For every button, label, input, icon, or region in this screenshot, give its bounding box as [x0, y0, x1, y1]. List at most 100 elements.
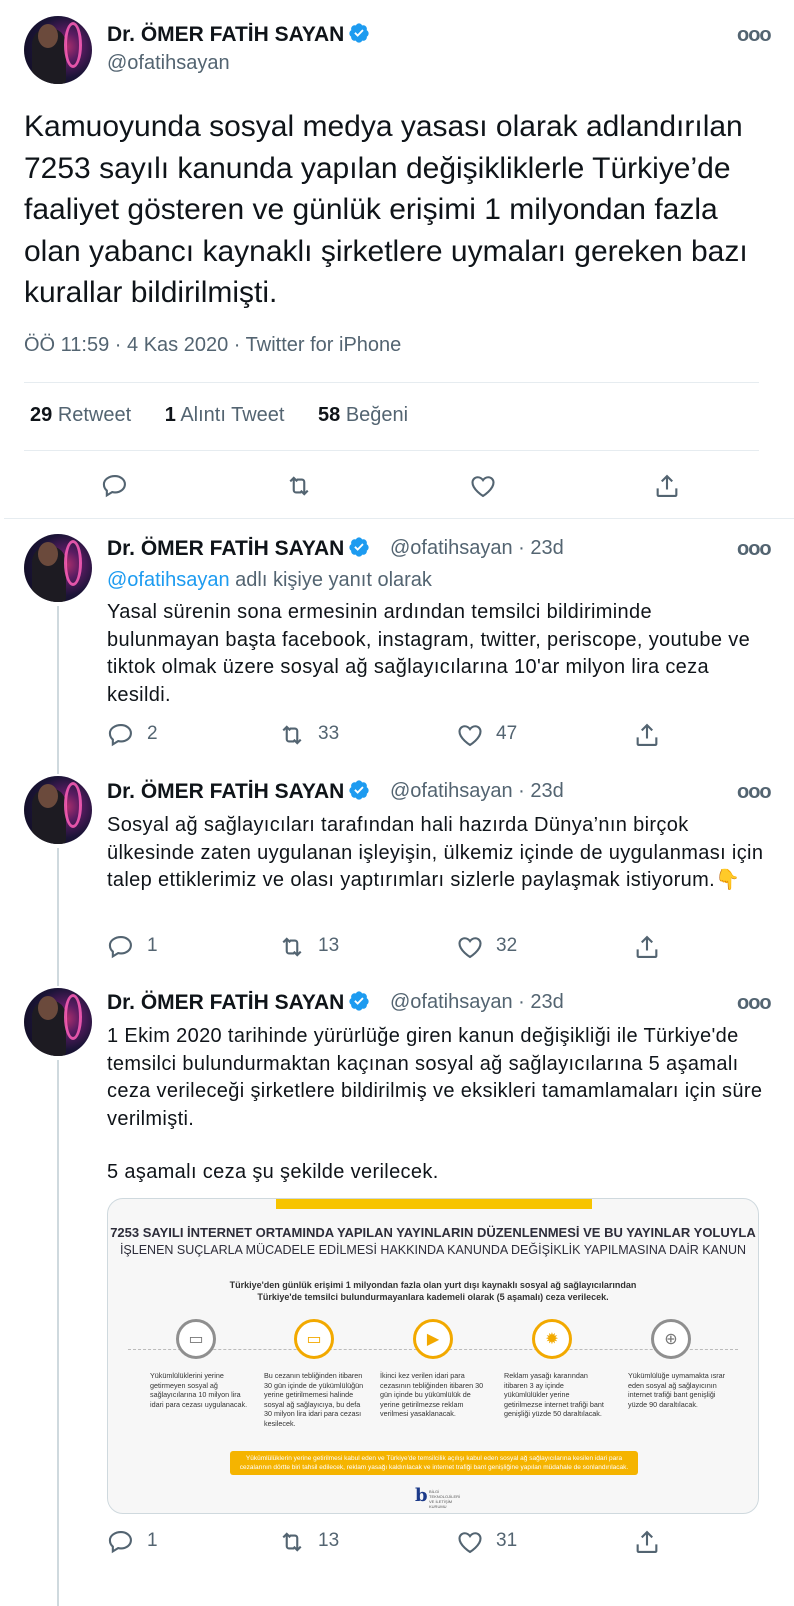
verified-badge-icon [349, 780, 369, 800]
tweet-stats: 29 Retweet 1 Alıntı Tweet 58 Beğeni [30, 404, 436, 427]
tweet-meta: ÖÖ 11:59 · 4 Kas 2020 · Twitter for iPho… [24, 334, 402, 356]
like-icon [458, 1532, 482, 1554]
avatar[interactable] [24, 16, 92, 84]
like-button[interactable]: 32 [456, 933, 517, 966]
tweet-date[interactable]: 4 Kas 2020 [127, 334, 228, 356]
reply-button[interactable]: 2 [107, 721, 158, 754]
reply-icon [108, 724, 132, 747]
step-3-text: İkinci kez verilen idari para cezasının … [380, 1371, 484, 1419]
more-icon[interactable]: ooo [737, 24, 772, 47]
verified-badge-icon [349, 23, 369, 43]
share-icon [636, 723, 658, 746]
step-5-text: Yükümlülüğe uymamakta ısrar eden sosyal … [628, 1371, 726, 1409]
infographic-banner: Yükümlülüklerin yerine getirilmesi kabul… [230, 1451, 638, 1475]
like-icon [458, 725, 482, 747]
retweet-icon [289, 476, 309, 496]
avatar[interactable] [24, 988, 92, 1056]
step-1-text: Yükümlülüklerini yerine getirmeyen sosya… [150, 1371, 248, 1409]
sun-icon: ✹ [532, 1319, 572, 1359]
author-name[interactable]: Dr. ÖMER FATİH SAYAN [107, 990, 370, 1015]
verified-badge-icon [349, 991, 369, 1011]
like-count: 32 [496, 935, 518, 956]
share-icon [636, 1530, 658, 1553]
tweet-text: 1 Ekim 2020 tarihinde yürürlüğe giren ka… [107, 1025, 763, 1130]
divider [24, 382, 759, 383]
thread-line [57, 848, 59, 986]
infographic-subtitle: Türkiye'den günlük erişimi 1 milyondan f… [229, 1280, 637, 1302]
reply-button[interactable] [101, 472, 129, 505]
avatar[interactable] [24, 534, 92, 602]
verified-badge-icon [349, 537, 369, 557]
thread-line [57, 606, 59, 774]
retweet-icon [282, 1532, 302, 1552]
retweet-button[interactable] [285, 472, 313, 505]
reply-count: 1 [147, 935, 158, 956]
reply-button[interactable]: 1 [107, 933, 158, 966]
reply-icon [108, 1531, 132, 1554]
infographic-title-2: İŞLENEN SUÇLARLA MÜCADELE EDİLMESİ HAKKI… [119, 1243, 747, 1257]
reply-to-link[interactable]: @ofatihsayan [107, 569, 230, 591]
retweet-count[interactable]: 29 Retweet [30, 404, 131, 426]
tweet-handle-time[interactable]: @ofatihsayan · 23d [390, 991, 564, 1014]
tweet-text: Sosyal ağ sağlayıcıları tarafından hali … [107, 814, 764, 891]
avatar[interactable] [24, 776, 92, 844]
like-button[interactable] [469, 472, 497, 505]
btk-logo: b BİLGİ TEKNOLOJİLERİ VE İLETİŞİM KURUMU [415, 1485, 461, 1509]
reply-count: 1 [147, 1530, 158, 1551]
tweet-handle-time[interactable]: @ofatihsayan · 23d [390, 537, 564, 560]
tweet-handle-time[interactable]: @ofatihsayan · 23d [390, 780, 564, 803]
tweet-text: Kamuoyunda sosyal medya yasası olarak ad… [24, 110, 748, 309]
share-button[interactable] [653, 472, 681, 505]
reply-icon [102, 475, 126, 498]
divider [4, 518, 794, 519]
tweet-time[interactable]: ÖÖ 11:59 [24, 334, 109, 356]
reply-count: 2 [147, 723, 158, 744]
play-icon: ▶ [413, 1319, 453, 1359]
retweet-button[interactable]: 33 [278, 721, 339, 754]
quote-count[interactable]: 1 Alıntı Tweet [165, 404, 285, 426]
like-count: 47 [496, 723, 518, 744]
share-icon [656, 474, 678, 497]
like-count: 31 [496, 1530, 518, 1551]
retweet-icon [282, 725, 302, 745]
reply-button[interactable]: 1 [107, 1528, 158, 1561]
retweet-count: 13 [318, 935, 340, 956]
infographic-image[interactable]: 7253 SAYILI İNTERNET ORTAMINDA YAPILAN Y… [107, 1198, 759, 1514]
like-button[interactable]: 31 [456, 1528, 517, 1561]
share-button[interactable] [633, 933, 661, 966]
reply-icon [108, 936, 132, 959]
author-name[interactable]: Dr. ÖMER FATİH SAYAN [107, 536, 370, 561]
share-icon [636, 935, 658, 958]
step-4-text: Reklam yasağı kararından itibaren 3 ay i… [504, 1371, 604, 1419]
like-count[interactable]: 58 Beğeni [318, 404, 408, 426]
share-button[interactable] [633, 1528, 661, 1561]
retweet-count: 33 [318, 723, 340, 744]
like-icon [458, 937, 482, 959]
like-icon [471, 476, 495, 498]
infographic-top-bar [276, 1199, 592, 1209]
share-button[interactable] [633, 721, 661, 754]
infographic-title: 7253 SAYILI İNTERNET ORTAMINDA YAPILAN Y… [110, 1225, 756, 1240]
like-button[interactable]: 47 [456, 721, 517, 754]
tweet-page: Dr. ÖMER FATİH SAYAN @ofatihsayan ooo Ka… [0, 0, 794, 1606]
antenna-icon: ⊕ [651, 1319, 691, 1359]
retweet-icon [282, 937, 302, 957]
divider [24, 450, 759, 451]
tweet-source[interactable]: Twitter for iPhone [246, 334, 402, 356]
reply-to-label: @ofatihsayan adlı kişiye yanıt olarak [107, 569, 432, 591]
tweet-text: Yasal sürenin sona ermesinin ardından te… [107, 601, 751, 706]
step-2-text: Bu cezanın tebliğinden itibaren 30 gün i… [264, 1371, 364, 1428]
more-icon[interactable]: ooo [737, 538, 772, 561]
retweet-button[interactable]: 13 [278, 1528, 339, 1561]
retweet-button[interactable]: 13 [278, 933, 339, 966]
thread-line [57, 1060, 59, 1606]
money-icon: ▭ [294, 1319, 334, 1359]
tweet-text-line2: 5 aşamalı ceza şu şekilde verilecek. [107, 1161, 439, 1183]
card-icon: ▭ [176, 1319, 216, 1359]
more-icon[interactable]: ooo [737, 992, 772, 1015]
author-name[interactable]: Dr. ÖMER FATİH SAYAN [107, 22, 370, 47]
author-name[interactable]: Dr. ÖMER FATİH SAYAN [107, 779, 370, 804]
retweet-count: 13 [318, 1530, 340, 1551]
author-handle[interactable]: @ofatihsayan [107, 52, 230, 75]
more-icon[interactable]: ooo [737, 781, 772, 804]
